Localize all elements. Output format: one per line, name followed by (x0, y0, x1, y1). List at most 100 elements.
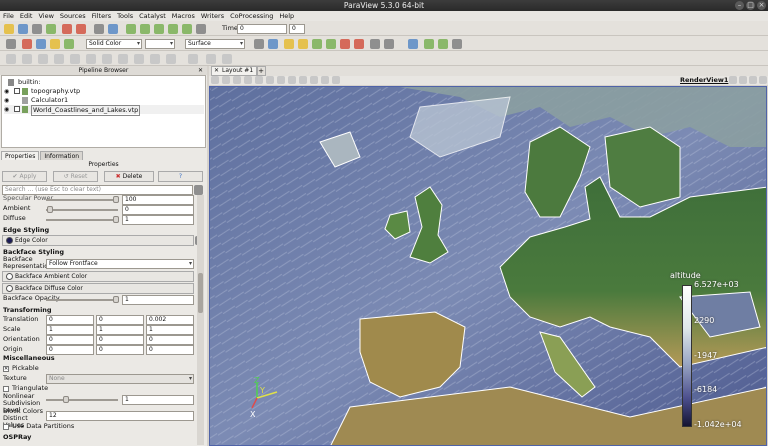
grow-selection-icon[interactable] (321, 76, 329, 84)
zoom-to-data-icon[interactable] (268, 39, 278, 49)
group-datasets-icon[interactable] (150, 54, 160, 64)
translation-y-field[interactable]: 0 (96, 315, 144, 325)
minimize-button[interactable]: – (735, 1, 744, 10)
nonlinear-subdivision-field[interactable]: 1 (122, 395, 194, 405)
save-data-icon[interactable] (18, 24, 28, 34)
scale-x-field[interactable]: 1 (46, 325, 94, 335)
slider-handle[interactable] (113, 196, 119, 203)
view-plus-z-icon[interactable] (340, 39, 350, 49)
time-input[interactable]: 0 (237, 24, 287, 34)
reset-button[interactable]: ↺ Reset (53, 171, 98, 182)
view-minus-z-icon[interactable] (354, 39, 364, 49)
close-icon[interactable]: ✕ (198, 66, 203, 75)
glyph-icon[interactable] (102, 54, 112, 64)
color-map-editor-icon[interactable] (22, 39, 32, 49)
backface-representation-select[interactable]: Follow Frontface (46, 259, 194, 269)
close-view-icon[interactable] (759, 76, 767, 84)
menu-writers[interactable]: Writers (201, 11, 224, 21)
3d-toggle-icon[interactable] (233, 76, 241, 84)
close-button[interactable]: × (757, 1, 766, 10)
maximize-view-icon[interactable] (749, 76, 757, 84)
specular-power-field[interactable]: 100 (122, 195, 194, 205)
eye-icon[interactable]: ◉ (4, 96, 9, 105)
shrink-selection-icon[interactable] (332, 76, 340, 84)
select-cells-icon[interactable] (424, 39, 434, 49)
edge-color-button[interactable]: Edge Color (2, 235, 194, 246)
menu-catalyst[interactable]: Catalyst (139, 11, 166, 21)
time-step-spinbox[interactable]: 0 (289, 24, 305, 34)
scale-y-field[interactable]: 1 (96, 325, 144, 335)
reset-range-icon[interactable] (36, 39, 46, 49)
scale-z-field[interactable]: 1 (146, 325, 194, 335)
data-range-over-time-icon[interactable] (64, 39, 74, 49)
expand-icon[interactable] (14, 88, 20, 94)
slider-handle[interactable] (113, 296, 119, 303)
select-surface-points-icon[interactable] (255, 76, 263, 84)
save-state-icon[interactable] (32, 24, 42, 34)
split-horizontal-icon[interactable] (729, 76, 737, 84)
ambient-field[interactable]: 0 (122, 205, 194, 215)
render-view[interactable]: Z Y X altitude 6.527e+03 2290 -1947 -618… (209, 86, 767, 446)
menu-help[interactable]: Help (279, 11, 294, 21)
menu-edit[interactable]: Edit (20, 11, 33, 21)
maximize-button[interactable]: □ (746, 1, 755, 10)
orientation-y-field[interactable]: 0 (96, 335, 144, 345)
backface-ambient-color-button[interactable]: Backface Ambient Color (2, 271, 194, 282)
block-colors-field[interactable]: 12 (46, 411, 194, 421)
clip-icon[interactable] (38, 54, 48, 64)
pipeline-item-selected[interactable]: ◉ World_Coastlines_and_Lakes.vtp (4, 105, 204, 116)
delete-button[interactable]: ✖ Delete (104, 171, 154, 182)
backface-opacity-slider[interactable] (46, 296, 119, 303)
redo-icon[interactable] (76, 24, 86, 34)
view-minus-y-icon[interactable] (326, 39, 336, 49)
orientation-z-field[interactable]: 0 (146, 335, 194, 345)
translation-x-field[interactable]: 0 (46, 315, 94, 325)
expand-icon[interactable] (14, 106, 20, 112)
diffuse-field[interactable]: 1 (122, 215, 194, 225)
eye-icon[interactable]: ◉ (4, 87, 9, 96)
clear-selection-icon[interactable] (452, 39, 462, 49)
backface-diffuse-color-button[interactable]: Backface Diffuse Color (2, 283, 194, 294)
ambient-slider[interactable] (46, 206, 118, 213)
apply-button[interactable]: ✔ Apply (2, 171, 47, 182)
scrollbar-thumb[interactable] (198, 273, 203, 313)
contour-icon[interactable] (22, 54, 32, 64)
interactive-select-icon[interactable] (299, 76, 307, 84)
view-minus-x-icon[interactable] (298, 39, 308, 49)
rotate-minus-90-icon[interactable] (384, 39, 394, 49)
macro-icon[interactable] (222, 54, 232, 64)
camera-icon[interactable] (211, 76, 219, 84)
camera-redo-icon[interactable] (108, 24, 118, 34)
slider-handle[interactable] (63, 396, 69, 403)
stream-tracer-icon[interactable] (118, 54, 128, 64)
hover-points-icon[interactable] (310, 76, 318, 84)
split-vertical-icon[interactable] (739, 76, 747, 84)
select-surface-cells-icon[interactable] (244, 76, 252, 84)
previous-frame-icon[interactable] (140, 24, 150, 34)
representation-select[interactable]: Surface (185, 39, 245, 49)
loop-icon[interactable] (196, 24, 206, 34)
nonlinear-subdivision-slider[interactable] (46, 396, 118, 403)
custom-range-icon[interactable] (50, 39, 60, 49)
eye-icon[interactable]: ◉ (4, 105, 9, 114)
undo-icon[interactable] (62, 24, 72, 34)
slider-handle[interactable] (113, 216, 119, 223)
backface-opacity-field[interactable]: 1 (122, 295, 194, 305)
reset-camera-icon[interactable] (254, 39, 264, 49)
close-icon[interactable]: ✕ (214, 67, 219, 75)
next-frame-icon[interactable] (168, 24, 178, 34)
specular-power-slider[interactable] (46, 196, 119, 203)
menu-coprocessing[interactable]: CoProcessing (230, 11, 273, 21)
rotate-90-icon[interactable] (370, 39, 380, 49)
view-plus-y-icon[interactable] (312, 39, 322, 49)
python-shell-icon[interactable] (188, 54, 198, 64)
first-frame-icon[interactable] (126, 24, 136, 34)
select-polygon-icon[interactable] (277, 76, 285, 84)
trace-icon[interactable] (206, 54, 216, 64)
slice-icon[interactable] (54, 54, 64, 64)
connect-icon[interactable] (46, 24, 56, 34)
menu-file[interactable]: File (3, 11, 14, 21)
warp-by-vector-icon[interactable] (134, 54, 144, 64)
help-button[interactable]: ? (158, 171, 203, 182)
use-data-partitions-checkbox[interactable] (3, 424, 9, 430)
